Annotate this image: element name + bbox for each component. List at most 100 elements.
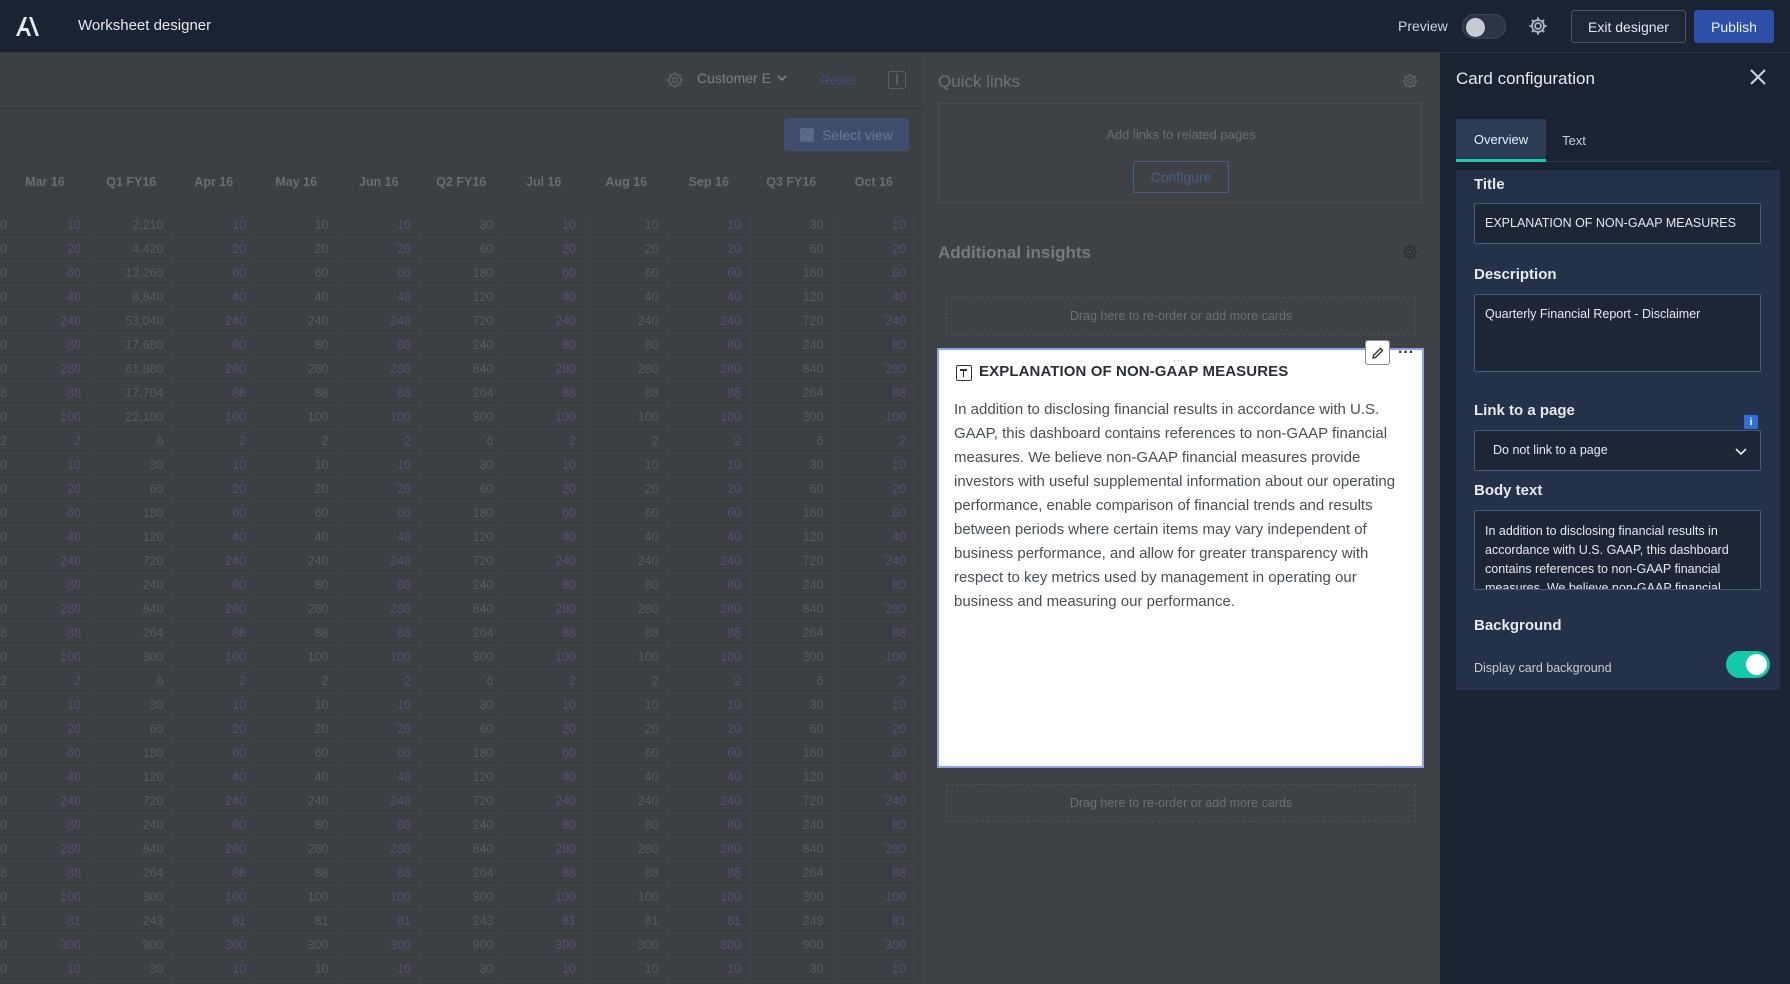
table-cell: 720 bbox=[420, 790, 503, 813]
table-cell: 80 bbox=[668, 334, 750, 357]
table-cell: 240 bbox=[420, 334, 503, 357]
close-icon[interactable] bbox=[1747, 66, 1769, 88]
table-cell: 13,260 bbox=[90, 262, 173, 285]
table-cell: 240 bbox=[750, 814, 833, 837]
table-cell: 280 bbox=[585, 838, 668, 861]
insights-gear-icon[interactable] bbox=[1401, 243, 1419, 261]
card-dropzone-top[interactable]: Drag here to re-order or add more cards bbox=[946, 297, 1416, 335]
table-cell: 180 bbox=[420, 262, 503, 285]
column-header: Apr 16 bbox=[194, 175, 234, 189]
table-cell: 180 bbox=[420, 502, 503, 525]
card-dropzone-bottom[interactable]: Drag here to re-order or add more cards bbox=[946, 784, 1416, 822]
table-cell: 720 bbox=[90, 550, 173, 573]
description-field[interactable]: Quarterly Financial Report - Disclaimer bbox=[1474, 294, 1761, 372]
table-cell: 60 bbox=[585, 742, 668, 765]
table-row: 8 88 264 88 88 88 264 88 88 88 264 88 bbox=[0, 862, 922, 886]
configure-button[interactable]: Configure bbox=[1133, 161, 1229, 193]
table-cell: 280 bbox=[8, 358, 90, 381]
table-cell: 2 bbox=[833, 430, 915, 453]
table-cell: 60 bbox=[833, 502, 915, 525]
table-cell: 280 bbox=[255, 358, 338, 381]
table-cell: 40 bbox=[255, 286, 338, 309]
table-cell: 0 bbox=[0, 314, 7, 328]
info-icon[interactable]: i bbox=[1744, 415, 1758, 429]
tab-text[interactable]: Text bbox=[1546, 119, 1602, 162]
preview-toggle[interactable] bbox=[1462, 14, 1506, 39]
table-row: 0 20 60 20 20 20 60 20 20 20 60 20 bbox=[0, 478, 922, 502]
table-cell: 40 bbox=[503, 766, 585, 789]
table-cell: 0 bbox=[0, 794, 7, 808]
table-row: 0 240 720 240 240 240 720 240 240 240 720 240 bbox=[0, 550, 922, 574]
quick-links-gear-icon[interactable] bbox=[1401, 72, 1419, 90]
table-cell: 0 bbox=[0, 602, 7, 616]
table-cell: 10 bbox=[8, 454, 90, 477]
table-row: 8 88 264 88 88 88 264 88 88 88 264 88 bbox=[0, 622, 922, 646]
table-cell: 8 bbox=[0, 866, 7, 880]
table-cell: 20 bbox=[338, 718, 420, 741]
edit-pencil-icon[interactable] bbox=[1365, 340, 1390, 365]
table-cell: 2 bbox=[503, 430, 585, 453]
table-cell: 20 bbox=[833, 718, 915, 741]
table-cell: 10 bbox=[668, 214, 750, 237]
title-field[interactable]: EXPLANATION OF NON-GAAP MEASURES bbox=[1474, 203, 1761, 244]
table-cell: 81 bbox=[585, 910, 668, 933]
table-cell: 840 bbox=[750, 598, 833, 621]
tab-overview[interactable]: Overview bbox=[1456, 119, 1546, 162]
display-background-toggle[interactable] bbox=[1726, 651, 1770, 678]
text-card[interactable]: ⋯ ··· EXPLANATION OF NON-GAAP MEASURES I… bbox=[937, 340, 1424, 768]
grid-settings-gear-icon[interactable] bbox=[665, 70, 685, 90]
exit-designer-button[interactable]: Exit designer bbox=[1571, 10, 1686, 43]
logo-icon[interactable] bbox=[14, 15, 40, 37]
table-cell: 20 bbox=[585, 478, 668, 501]
table-cell: 240 bbox=[420, 574, 503, 597]
link-to-page-select[interactable]: Do not link to a page bbox=[1474, 430, 1761, 471]
table-cell: 0 bbox=[0, 530, 7, 544]
table-cell: 80 bbox=[833, 574, 915, 597]
table-cell: 100 bbox=[833, 886, 915, 909]
table-cell: 10 bbox=[668, 958, 750, 981]
table-cell: 120 bbox=[420, 286, 503, 309]
table-cell: 300 bbox=[255, 934, 338, 957]
table-cell: 240 bbox=[750, 334, 833, 357]
table-cell: 20 bbox=[833, 478, 915, 501]
table-cell: 81 bbox=[503, 910, 585, 933]
table-row: 0 100 22,100 100 100 100 300 100 100 100 300 100 bbox=[0, 406, 922, 430]
customer-filter-dropdown[interactable]: Customer E bbox=[697, 70, 787, 86]
table-cell: 2 bbox=[0, 434, 7, 448]
table-cell: 280 bbox=[338, 358, 420, 381]
table-cell: 720 bbox=[750, 550, 833, 573]
table-row: 0 40 120 40 40 40 120 40 40 40 120 40 bbox=[0, 766, 922, 790]
publish-button[interactable]: Publish bbox=[1694, 10, 1774, 43]
link-select-value: Do not link to a page bbox=[1493, 443, 1608, 457]
body-text-field[interactable]: In addition to disclosing financial resu… bbox=[1474, 510, 1761, 590]
table-cell: 60 bbox=[833, 262, 915, 285]
more-options-icon[interactable]: ··· bbox=[1394, 340, 1418, 365]
table-cell: 300 bbox=[173, 934, 255, 957]
table-cell: 180 bbox=[90, 502, 173, 525]
settings-gear-icon[interactable] bbox=[1527, 15, 1549, 37]
table-cell: 80 bbox=[8, 814, 90, 837]
table-cell: 120 bbox=[750, 286, 833, 309]
table-cell: 6 bbox=[90, 430, 173, 453]
table-cell: 40 bbox=[8, 286, 90, 309]
table-cell: 40 bbox=[338, 526, 420, 549]
table-row: 0 60 180 60 60 60 180 60 60 60 180 60 bbox=[0, 742, 922, 766]
table-cell: 840 bbox=[90, 598, 173, 621]
table-cell: 53,040 bbox=[90, 310, 173, 333]
table-cell: 240 bbox=[255, 790, 338, 813]
table-cell: 240 bbox=[173, 790, 255, 813]
table-cell: 6 bbox=[420, 430, 503, 453]
table-cell: 2 bbox=[8, 430, 90, 453]
collapse-panel-icon[interactable] bbox=[888, 71, 906, 89]
table-cell: 10 bbox=[8, 214, 90, 237]
table-cell: 60 bbox=[173, 742, 255, 765]
reset-link[interactable]: Reset bbox=[820, 72, 857, 88]
select-view-button[interactable]: Select view bbox=[784, 118, 909, 151]
table-cell: 88 bbox=[255, 622, 338, 645]
table-cell: 40 bbox=[503, 286, 585, 309]
table-cell: 30 bbox=[90, 454, 173, 477]
table-cell: 88 bbox=[173, 622, 255, 645]
table-cell: 180 bbox=[750, 502, 833, 525]
toggle-knob bbox=[1746, 654, 1767, 675]
table-cell: 60 bbox=[420, 478, 503, 501]
